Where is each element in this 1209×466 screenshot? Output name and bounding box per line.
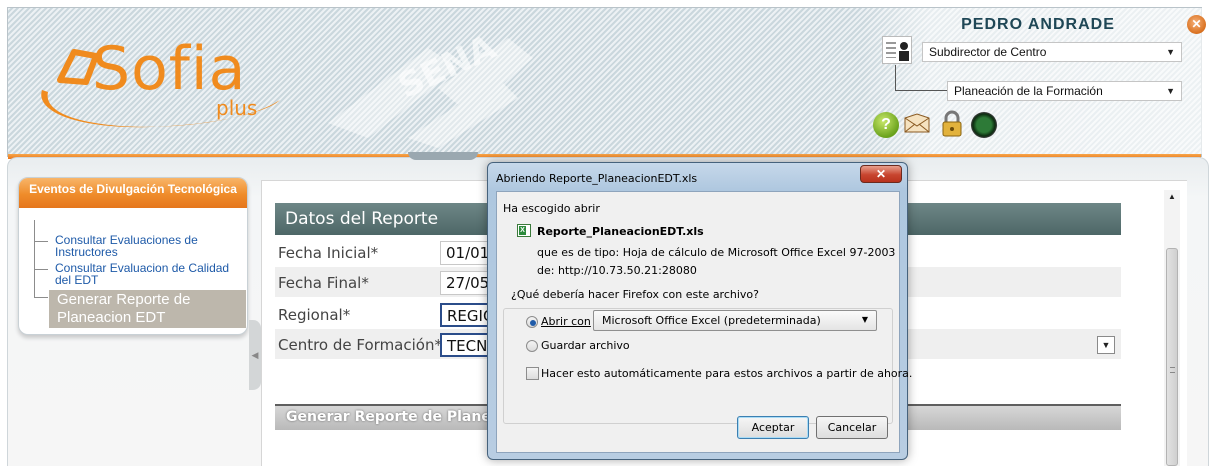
- menu-title: Eventos de Divulgación Tecnológica: [19, 178, 247, 208]
- label-fecha-inicial: Fecha Inicial*: [278, 244, 379, 262]
- scroll-grip-icon: [1170, 367, 1175, 373]
- user-name: PEDRO ANDRADE: [961, 16, 1115, 33]
- menu-item-evaluacion-calidad[interactable]: Consultar Evaluacion de Calidad del EDT: [55, 262, 235, 286]
- left-menu: Eventos de Divulgación Tecnológica Consu…: [18, 177, 248, 335]
- generate-report-button[interactable]: Generar Reporte de Plane: [286, 409, 491, 425]
- dialog-close-button[interactable]: ✕: [860, 165, 902, 183]
- auto-label[interactable]: Hacer esto automáticamente para estos ar…: [541, 367, 912, 380]
- header: SENA Sofia plus PEDRO ANDRADE Subdirecto…: [7, 7, 1203, 159]
- user-area: PEDRO ANDRADE Subdirector de Centro ▼ Pl…: [863, 8, 1203, 154]
- file-name: Reporte_PlaneacionEDT.xls: [537, 225, 704, 238]
- menu-tree-line: [34, 242, 48, 270]
- app-root: SENA Sofia plus PEDRO ANDRADE Subdirecto…: [0, 0, 1209, 466]
- app-select-value: Microsoft Office Excel (predeterminada): [602, 314, 821, 327]
- sena-watermark: SENA: [328, 28, 533, 148]
- auto-checkbox[interactable]: [526, 367, 539, 380]
- id-card-icon: [882, 36, 912, 64]
- lock-icon[interactable]: [939, 110, 965, 138]
- question-label: ¿Qué debería hacer Firefox con este arch…: [511, 288, 759, 301]
- chevron-down-icon: ▼: [1166, 86, 1175, 96]
- label-regional: Regional*: [278, 306, 351, 324]
- menu-item-evaluaciones-instructores[interactable]: Consultar Evaluaciones de Instructores: [55, 234, 235, 258]
- exit-icon[interactable]: [971, 112, 997, 138]
- sofia-plus-logo: Sofia plus: [30, 30, 290, 140]
- chevron-down-icon: ▼: [861, 315, 868, 324]
- label-centro: Centro de Formación*: [278, 336, 442, 354]
- app-select[interactable]: Microsoft Office Excel (predeterminada) …: [593, 310, 877, 331]
- vertical-scrollbar[interactable]: ▲: [1164, 190, 1180, 466]
- scroll-up-arrow[interactable]: ▲: [1164, 190, 1180, 204]
- logo-brand-text: Sofia: [92, 34, 247, 104]
- chevron-down-icon: ▼: [1101, 340, 1111, 350]
- process-select[interactable]: Planeación de la Formación ▼: [947, 81, 1182, 101]
- content-top-tab: [408, 152, 478, 160]
- tree-connector: [895, 65, 949, 91]
- cancel-button[interactable]: Cancelar: [816, 416, 888, 439]
- scroll-thumb[interactable]: [1166, 248, 1178, 466]
- collapse-handle[interactable]: ◀: [249, 320, 261, 390]
- help-icon[interactable]: ?: [873, 112, 899, 138]
- chevron-left-icon: ◀: [251, 350, 259, 360]
- file-type-line: que es de tipo: Hoja de cálculo de Micro…: [537, 246, 896, 259]
- close-icon[interactable]: ✕: [1187, 15, 1206, 34]
- role-select-value: Subdirector de Centro: [929, 45, 1047, 59]
- open-with-radio[interactable]: [526, 316, 538, 328]
- chevron-down-icon: ▼: [1166, 47, 1175, 57]
- dialog-title: Abriendo Reporte_PlaneacionEDT.xls: [496, 172, 698, 185]
- menu-item-generar-reporte[interactable]: Generar Reporte de Planeacion EDT: [49, 290, 246, 328]
- label-fecha-final: Fecha Final*: [278, 274, 369, 292]
- mail-icon[interactable]: [903, 112, 931, 136]
- save-file-label[interactable]: Guardar archivo: [541, 339, 630, 352]
- save-file-radio[interactable]: [526, 340, 538, 352]
- menu-tree-line: [34, 270, 48, 298]
- open-with-label[interactable]: Abrir con: [541, 315, 591, 328]
- role-select[interactable]: Subdirector de Centro ▼: [922, 42, 1182, 62]
- accept-button[interactable]: Aceptar: [737, 416, 809, 439]
- menu-tree-line: [34, 220, 48, 242]
- excel-file-icon: X: [517, 224, 531, 237]
- chosen-label: Ha escogido abrir: [503, 202, 600, 215]
- logo-sub-text: plus: [216, 96, 258, 120]
- process-select-value: Planeación de la Formación: [954, 84, 1103, 98]
- centro-dropdown-arrow[interactable]: ▼: [1097, 336, 1115, 354]
- file-source-line: de: http://10.73.50.21:28080: [537, 264, 697, 277]
